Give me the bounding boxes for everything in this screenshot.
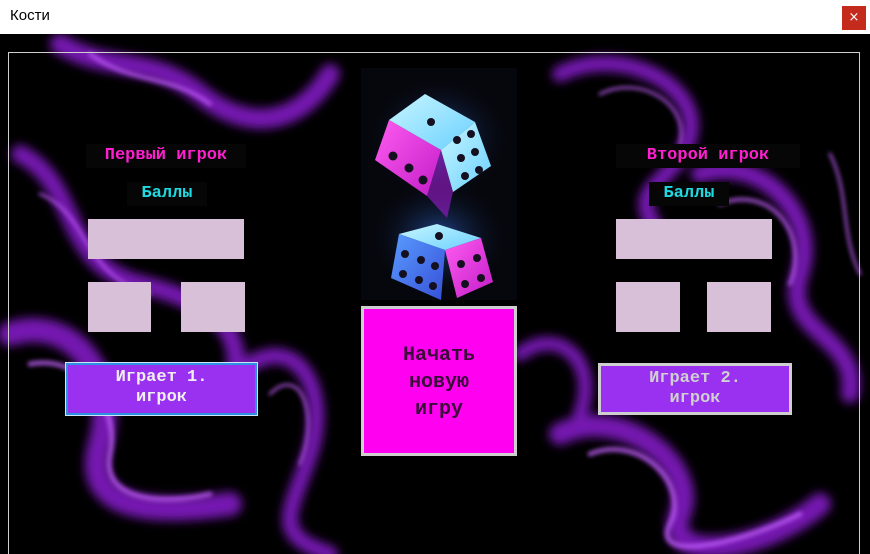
- close-button[interactable]: ×: [842, 6, 866, 30]
- dice-image: [361, 68, 517, 300]
- window-title: Кости: [10, 7, 50, 24]
- game-area: Первый игрок Баллы Играет 1. игрок Начат…: [0, 34, 870, 554]
- player1-play-label-line2: игрок: [135, 388, 187, 407]
- player2-die2-box: [707, 282, 771, 332]
- player1-points-label: Баллы: [127, 182, 207, 206]
- player2-play-label-line2: игрок: [669, 389, 721, 408]
- player2-die1-box: [616, 282, 680, 332]
- player2-play-button[interactable]: Играет 2. игрок: [598, 363, 792, 415]
- new-game-label-line1: Начать: [402, 344, 475, 367]
- dice-icon: [367, 76, 511, 300]
- close-icon: ×: [848, 10, 860, 25]
- player1-name-label: Первый игрок: [86, 144, 246, 168]
- player1-play-label-line1: Играет 1.: [115, 368, 208, 387]
- new-game-label-line3: игру: [414, 398, 463, 421]
- window-titlebar: Кости ×: [0, 0, 870, 34]
- player2-name-label: Второй игрок: [616, 144, 800, 168]
- player2-total-box: [616, 219, 772, 259]
- new-game-label-line2: новую: [408, 371, 469, 394]
- player2-points-label: Баллы: [649, 182, 729, 206]
- player1-play-button[interactable]: Играет 1. игрок: [65, 362, 258, 416]
- player1-die1-box: [88, 282, 151, 332]
- new-game-button[interactable]: Начать новую игру: [361, 306, 517, 456]
- player2-play-label-line1: Играет 2.: [649, 369, 741, 388]
- player1-total-box: [88, 219, 244, 259]
- player1-die2-box: [181, 282, 245, 332]
